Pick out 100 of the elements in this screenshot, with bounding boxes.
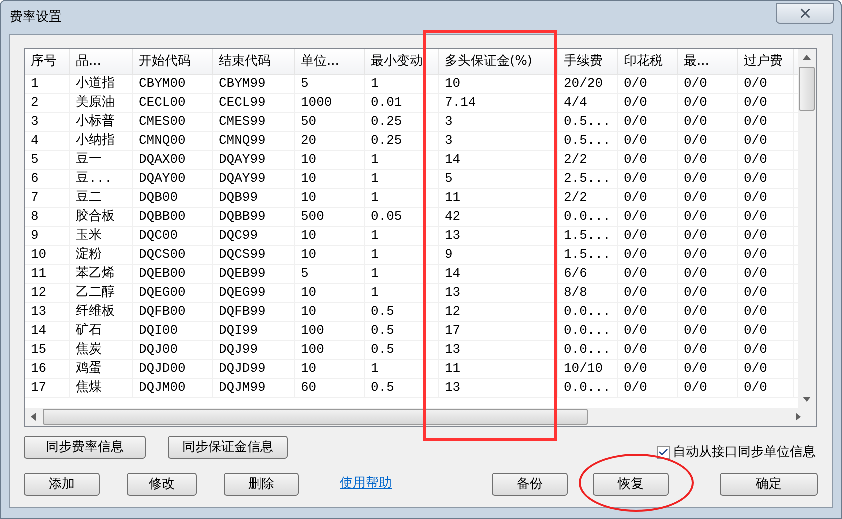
table-cell: 小道指 bbox=[70, 75, 133, 93]
action-button[interactable]: 确定 bbox=[720, 473, 818, 496]
table-cell: 鸡蛋 bbox=[70, 360, 133, 378]
checkbox-label: 自动从接口同步单位信息 bbox=[673, 444, 816, 462]
table-cell: 0/0 bbox=[678, 189, 738, 207]
edit-button[interactable]: 添加 bbox=[24, 473, 100, 496]
table-cell: 12 bbox=[25, 284, 70, 302]
sync-button[interactable]: 同步费率信息 bbox=[24, 436, 146, 459]
table-cell: 0/0 bbox=[738, 360, 794, 378]
close-button[interactable] bbox=[776, 3, 834, 24]
table-cell: 10 bbox=[295, 151, 365, 169]
table-cell: DQC99 bbox=[213, 227, 295, 245]
scroll-left-icon[interactable] bbox=[30, 413, 38, 421]
table-cell: 0/0 bbox=[738, 151, 794, 169]
column-header[interactable]: 多头保证金(%) bbox=[439, 49, 558, 74]
column-header[interactable]: 品... bbox=[70, 49, 133, 74]
column-header[interactable]: 开始代码 bbox=[133, 49, 213, 74]
table-cell: 0.5 bbox=[365, 322, 439, 340]
column-header[interactable]: 最小变动 bbox=[365, 49, 439, 74]
edit-button[interactable]: 修改 bbox=[127, 473, 197, 496]
table-cell: 小纳指 bbox=[70, 132, 133, 150]
table-cell: 0/0 bbox=[738, 246, 794, 264]
table-cell: 0/0 bbox=[618, 75, 678, 93]
table-cell: 淀粉 bbox=[70, 246, 133, 264]
table-cell: 0/0 bbox=[738, 265, 794, 283]
table-cell: 42 bbox=[439, 208, 558, 226]
table-cell: 2/2 bbox=[558, 189, 618, 207]
table-cell: 1 bbox=[365, 284, 439, 302]
table-cell: 0.0... bbox=[558, 303, 618, 321]
scroll-up-icon[interactable] bbox=[803, 54, 811, 62]
table-cell: 0/0 bbox=[738, 189, 794, 207]
table-cell: 0/0 bbox=[738, 322, 794, 340]
table-cell: 10 bbox=[295, 227, 365, 245]
table-cell: CBYM00 bbox=[133, 75, 213, 93]
table-cell: 0.0... bbox=[558, 341, 618, 359]
table-cell: 0.5... bbox=[558, 113, 618, 131]
sync-button[interactable]: 同步保证金信息 bbox=[168, 436, 288, 459]
help-link[interactable]: 使用帮助 bbox=[340, 474, 392, 494]
table-cell: 14 bbox=[25, 322, 70, 340]
table-cell: 1.5... bbox=[558, 246, 618, 264]
table-cell: 0.05 bbox=[365, 208, 439, 226]
table-cell: DQEG99 bbox=[213, 284, 295, 302]
column-header[interactable]: 结束代码 bbox=[213, 49, 295, 74]
edit-button[interactable]: 删除 bbox=[224, 473, 299, 496]
scroll-right-icon[interactable] bbox=[794, 413, 802, 421]
table-cell: 0/0 bbox=[678, 322, 738, 340]
table-cell: 0/0 bbox=[618, 189, 678, 207]
vertical-scrollbar[interactable] bbox=[798, 49, 816, 408]
table-cell: 0/0 bbox=[678, 75, 738, 93]
table-cell: 10 bbox=[25, 246, 70, 264]
column-header[interactable]: 单位... bbox=[295, 49, 365, 74]
table-cell: 4 bbox=[25, 132, 70, 150]
table-cell: 0/0 bbox=[678, 246, 738, 264]
column-header[interactable]: 手续费 bbox=[558, 49, 618, 74]
table-cell: CBYM99 bbox=[213, 75, 295, 93]
table-cell: 0.5 bbox=[365, 303, 439, 321]
table-cell: 胶合板 bbox=[70, 208, 133, 226]
table-cell: 6 bbox=[25, 170, 70, 188]
table-cell: 3 bbox=[25, 113, 70, 131]
table-cell: DQJD00 bbox=[133, 360, 213, 378]
table-cell: 0/0 bbox=[618, 322, 678, 340]
table-cell: 苯乙烯 bbox=[70, 265, 133, 283]
table-cell: DQFB99 bbox=[213, 303, 295, 321]
table-cell: DQFB00 bbox=[133, 303, 213, 321]
table-cell: DQI99 bbox=[213, 322, 295, 340]
column-header[interactable]: 过户费 bbox=[738, 49, 794, 74]
action-button[interactable]: 恢复 bbox=[593, 473, 669, 496]
table-cell: 豆... bbox=[70, 170, 133, 188]
table-cell: 50 bbox=[295, 113, 365, 131]
table-cell: 10 bbox=[295, 284, 365, 302]
table-cell: DQBB99 bbox=[213, 208, 295, 226]
action-button[interactable]: 备份 bbox=[492, 473, 568, 496]
table-cell: 0.0... bbox=[558, 322, 618, 340]
scroll-down-icon[interactable] bbox=[803, 395, 811, 403]
table-cell: 0/0 bbox=[618, 284, 678, 302]
table-cell: 20 bbox=[295, 132, 365, 150]
table-cell: DQB99 bbox=[213, 189, 295, 207]
table-cell: 11 bbox=[25, 265, 70, 283]
horizontal-scrollbar[interactable] bbox=[25, 408, 816, 426]
table-cell: DQAY99 bbox=[213, 170, 295, 188]
table-cell: 0/0 bbox=[618, 341, 678, 359]
scroll-thumb[interactable] bbox=[799, 67, 815, 111]
column-header[interactable]: 最... bbox=[678, 49, 738, 74]
table-cell: 0.0... bbox=[558, 379, 618, 397]
table-cell: 10 bbox=[295, 170, 365, 188]
table-cell: 1 bbox=[365, 246, 439, 264]
table-cell: 3 bbox=[439, 113, 558, 131]
table-cell: 0.01 bbox=[365, 94, 439, 112]
table-cell: 13 bbox=[439, 227, 558, 245]
table-cell: 9 bbox=[25, 227, 70, 245]
scroll-thumb[interactable] bbox=[43, 409, 588, 425]
table-cell: 1 bbox=[365, 265, 439, 283]
column-header[interactable]: 印花税 bbox=[618, 49, 678, 74]
checkbox[interactable] bbox=[657, 446, 670, 459]
table-cell: 5 bbox=[295, 265, 365, 283]
table-cell: 0/0 bbox=[618, 170, 678, 188]
table-cell: DQAY99 bbox=[213, 151, 295, 169]
column-header[interactable]: 序号 bbox=[25, 49, 70, 74]
table-cell: 10 bbox=[295, 189, 365, 207]
table-cell: 豆一 bbox=[70, 151, 133, 169]
